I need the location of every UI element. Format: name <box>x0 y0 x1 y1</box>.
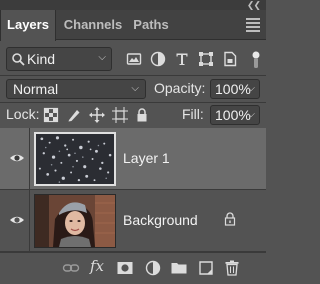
eye-icon <box>10 154 24 162</box>
search-icon <box>12 53 25 66</box>
kind-filter-dropdown[interactable]: Kind ⌵ <box>6 47 112 71</box>
layer-name: Background <box>123 212 198 228</box>
blend-mode-dropdown[interactable]: Normal ⌵ <box>6 79 146 99</box>
trash-icon[interactable] <box>223 259 241 277</box>
tab-layers[interactable]: Layers <box>0 10 56 41</box>
panel-tab-bar: Layers Channels Paths <box>0 10 266 41</box>
chevron-down-icon: ⌵ <box>131 83 139 94</box>
filter-toggle-icon[interactable] <box>252 49 260 69</box>
lock-image-icon[interactable] <box>66 107 82 123</box>
fill-value: 100% <box>215 107 251 123</box>
opacity-label: Opacity: <box>154 80 206 96</box>
adjustment-layer-icon[interactable] <box>144 259 162 277</box>
lock-icon <box>224 212 236 226</box>
panel-top-strip: ❮❮ <box>0 0 266 10</box>
divider <box>0 102 266 103</box>
image-filter-icon[interactable] <box>126 51 142 67</box>
chevron-down-icon: ⌵ <box>98 52 106 63</box>
lock-position-icon[interactable] <box>89 107 105 123</box>
chevron-down-icon: ⌵ <box>247 83 255 94</box>
fx-icon[interactable]: fx <box>90 257 108 275</box>
layer-filter-row: Kind ⌵ <box>6 47 260 71</box>
layer-row-background[interactable]: Background <box>0 190 266 252</box>
layer-mask-icon[interactable] <box>116 259 134 277</box>
chevron-down-icon: ⌵ <box>247 109 255 120</box>
lock-transparent-icon[interactable] <box>43 107 59 123</box>
link-layers-icon[interactable] <box>62 259 80 277</box>
lock-row: Lock: Fill: 100% ⌵ <box>6 105 260 125</box>
layer-row-layer-1[interactable]: Layer 1 <box>0 128 266 190</box>
opacity-value: 100% <box>215 81 251 97</box>
kind-filter-label: Kind <box>27 51 56 67</box>
double-chevron-icon[interactable]: ❮❮ <box>247 0 261 10</box>
visibility-toggle[interactable] <box>0 128 30 190</box>
lock-artboard-icon[interactable] <box>112 107 128 123</box>
type-filter-icon[interactable] <box>174 51 190 67</box>
panel-menu-icon[interactable] <box>246 18 260 32</box>
blend-row: Normal ⌵ Opacity: 100% ⌵ <box>6 79 260 99</box>
divider <box>0 75 266 76</box>
layers-bottom-toolbar: fx <box>0 252 266 284</box>
layer-thumbnail <box>34 194 116 248</box>
opacity-field[interactable]: 100% ⌵ <box>210 79 260 99</box>
layer-name: Layer 1 <box>123 150 170 166</box>
eye-icon <box>10 216 24 224</box>
adjustment-filter-icon[interactable] <box>150 51 166 67</box>
new-layer-icon[interactable] <box>197 259 215 277</box>
visibility-toggle[interactable] <box>0 190 30 252</box>
smart-object-filter-icon[interactable] <box>222 51 238 67</box>
tab-channels[interactable]: Channels <box>58 10 128 40</box>
fill-label: Fill: <box>182 106 204 122</box>
blend-mode-label: Normal <box>13 81 59 97</box>
fill-field[interactable]: 100% ⌵ <box>210 105 260 125</box>
new-group-icon[interactable] <box>170 259 188 277</box>
lock-all-icon[interactable] <box>134 107 150 123</box>
shape-filter-icon[interactable] <box>198 51 214 67</box>
lock-label: Lock: <box>6 106 40 122</box>
tab-paths[interactable]: Paths <box>128 10 174 40</box>
layer-thumbnail <box>34 132 116 186</box>
